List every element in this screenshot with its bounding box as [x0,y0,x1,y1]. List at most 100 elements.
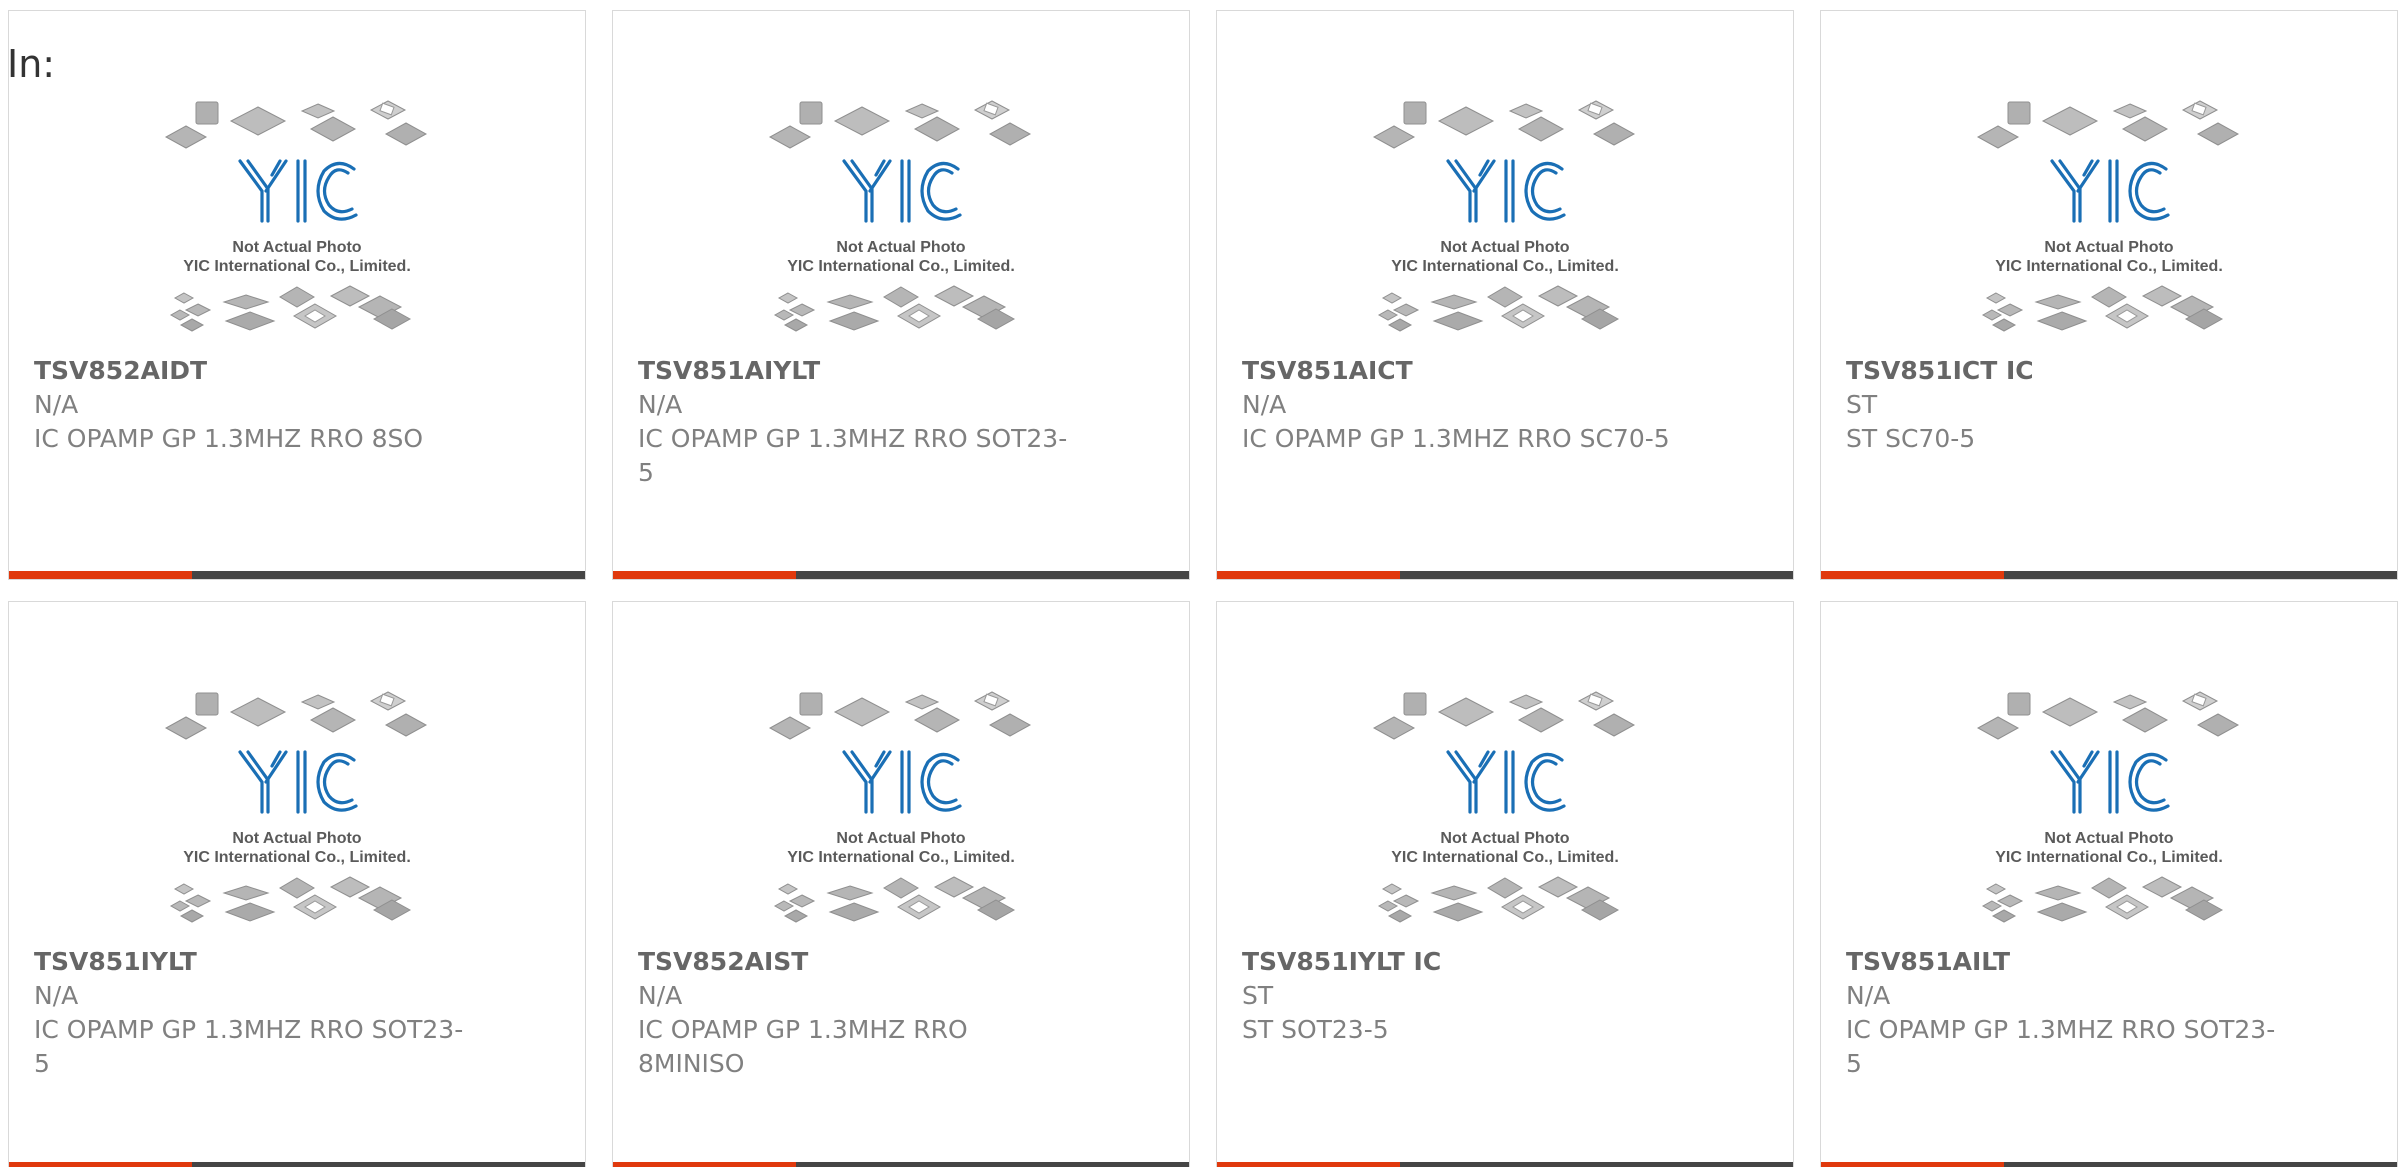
description: ST SOT23-5 [1242,1015,1389,1044]
product-info: TSV851AILT N/A IC OPAMP GP 1.3MHZ RRO SO… [1846,945,2366,1081]
card-bottom-bar [1821,1162,2397,1167]
placeholder-artwork-icon: Not Actual Photo YIC International Co., L… [1976,100,2240,332]
card-accent-bar [1821,1162,2004,1167]
product-image-placeholder[interactable]: Not Actual Photo YIC International Co., L… [1370,690,1640,930]
yic-logo-icon [1446,159,1566,223]
manufacturer: ST [1846,390,1878,419]
card-accent-bar [1821,571,2004,579]
product-card[interactable]: Not Actual Photo YIC International Co., L… [1820,601,2398,1167]
part-number-link[interactable]: TSV851ICT IC [1846,354,2366,388]
not-actual-photo-text: Not Actual Photo [2044,239,2173,256]
chip-icons-bottom [1377,285,1620,332]
chip-icons-bottom [1981,876,2224,923]
product-image-placeholder[interactable]: Not Actual Photo YIC International Co., L… [162,99,432,339]
product-card[interactable]: Not Actual Photo YIC International Co., L… [8,601,586,1167]
yic-logo-icon [842,159,962,223]
placeholder-artwork-icon: Not Actual Photo YIC International Co., L… [1976,691,2240,923]
card-bottom-bar [1217,571,1793,579]
product-grid: Not Actual Photo YIC International Co., L… [8,10,2400,1167]
chip-icons-bottom [1981,285,2224,332]
manufacturer: N/A [1846,981,1891,1010]
part-number-link[interactable]: TSV851AILT [1846,945,2366,979]
card-accent-bar [613,571,796,579]
product-card[interactable]: Not Actual Photo YIC International Co., L… [1216,601,1794,1167]
part-number-link[interactable]: TSV851IYLT [34,945,554,979]
chip-icons-bottom [169,285,412,332]
placeholder-artwork-icon: Not Actual Photo YIC International Co., L… [164,691,428,923]
not-actual-photo-text: Not Actual Photo [232,830,361,847]
manufacturer: N/A [638,390,683,419]
not-actual-photo-text: Not Actual Photo [836,830,965,847]
card-accent-bar [1217,571,1400,579]
card-bottom-bar [9,571,585,579]
product-info: TSV852AIDT N/A IC OPAMP GP 1.3MHZ RRO 8S… [34,354,554,456]
placeholder-artwork-icon: Not Actual Photo YIC International Co., L… [1372,100,1636,332]
chip-icons-top [164,691,428,740]
part-number-link[interactable]: TSV851AICT [1242,354,1762,388]
product-image-placeholder[interactable]: Not Actual Photo YIC International Co., L… [162,690,432,930]
company-name-text: YIC International Co., Limited. [1995,849,2223,866]
card-accent-bar [9,571,192,579]
product-card[interactable]: Not Actual Photo YIC International Co., L… [1820,10,2398,580]
product-card[interactable]: Not Actual Photo YIC International Co., L… [8,10,586,580]
company-name-text: YIC International Co., Limited. [183,258,411,275]
description: IC OPAMP GP 1.3MHZ RRO SC70-5 [1242,424,1670,453]
product-info: TSV851AIYLT N/A IC OPAMP GP 1.3MHZ RRO S… [638,354,1158,490]
product-card[interactable]: Not Actual Photo YIC International Co., L… [1216,10,1794,580]
card-bottom-bar [9,1162,585,1167]
in-label: In: [7,42,56,86]
product-image-placeholder[interactable]: Not Actual Photo YIC International Co., L… [1370,99,1640,339]
company-name-text: YIC International Co., Limited. [1995,258,2223,275]
placeholder-artwork-icon: Not Actual Photo YIC International Co., L… [1372,691,1636,923]
company-name-text: YIC International Co., Limited. [787,258,1015,275]
yic-logo-icon [842,750,962,814]
chip-icons-bottom [1377,876,1620,923]
part-number-link[interactable]: TSV852AIST [638,945,1158,979]
manufacturer: ST [1242,981,1274,1010]
product-card[interactable]: Not Actual Photo YIC International Co., L… [612,601,1190,1167]
chip-icons-top [164,100,428,149]
chip-icons-top [1372,100,1636,149]
chip-icons-bottom [773,285,1016,332]
manufacturer: N/A [638,981,683,1010]
manufacturer: N/A [34,981,79,1010]
placeholder-artwork-icon: Not Actual Photo YIC International Co., L… [768,691,1032,923]
part-number-link[interactable]: TSV852AIDT [34,354,554,388]
chip-icons-bottom [169,876,412,923]
product-info: TSV851ICT IC ST ST SC70-5 [1846,354,2366,456]
part-number-link[interactable]: TSV851AIYLT [638,354,1158,388]
chip-icons-top [768,100,1032,149]
card-accent-bar [9,1162,192,1167]
part-number-link[interactable]: TSV851IYLT IC [1242,945,1762,979]
card-bottom-bar [1217,1162,1793,1167]
not-actual-photo-text: Not Actual Photo [2044,830,2173,847]
company-name-text: YIC International Co., Limited. [787,849,1015,866]
description: IC OPAMP GP 1.3MHZ RRO 8SO [34,424,424,453]
placeholder-artwork-icon: Not Actual Photo YIC International Co., L… [768,100,1032,332]
product-info: TSV851IYLT IC ST ST SOT23-5 [1242,945,1762,1047]
product-image-placeholder[interactable]: Not Actual Photo YIC International Co., L… [766,690,1036,930]
not-actual-photo-text: Not Actual Photo [1440,830,1569,847]
description: IC OPAMP GP 1.3MHZ RRO SOT23-5 [1846,1015,2276,1078]
product-card[interactable]: Not Actual Photo YIC International Co., L… [612,10,1190,580]
chip-icons-top [768,691,1032,740]
yic-logo-icon [1446,750,1566,814]
product-listing-page: In: Not Actual Photo YIC International Co… [0,0,2400,1167]
not-actual-photo-text: Not Actual Photo [836,239,965,256]
company-name-text: YIC International Co., Limited. [183,849,411,866]
yic-logo-icon [2050,159,2170,223]
product-image-placeholder[interactable]: Not Actual Photo YIC International Co., L… [1974,99,2244,339]
product-image-placeholder[interactable]: Not Actual Photo YIC International Co., L… [766,99,1036,339]
product-info: TSV851AICT N/A IC OPAMP GP 1.3MHZ RRO SC… [1242,354,1762,456]
product-image-placeholder[interactable]: Not Actual Photo YIC International Co., L… [1974,690,2244,930]
product-info: TSV851IYLT N/A IC OPAMP GP 1.3MHZ RRO SO… [34,945,554,1081]
placeholder-artwork-icon: Not Actual Photo YIC International Co., L… [164,100,428,332]
description: IC OPAMP GP 1.3MHZ RRO 8MINISO [638,1015,968,1078]
company-name-text: YIC International Co., Limited. [1391,258,1619,275]
manufacturer: N/A [34,390,79,419]
card-bottom-bar [613,571,1189,579]
chip-icons-top [1372,691,1636,740]
chip-icons-top [1976,691,2240,740]
yic-logo-icon [2050,750,2170,814]
yic-logo-icon [238,159,358,223]
